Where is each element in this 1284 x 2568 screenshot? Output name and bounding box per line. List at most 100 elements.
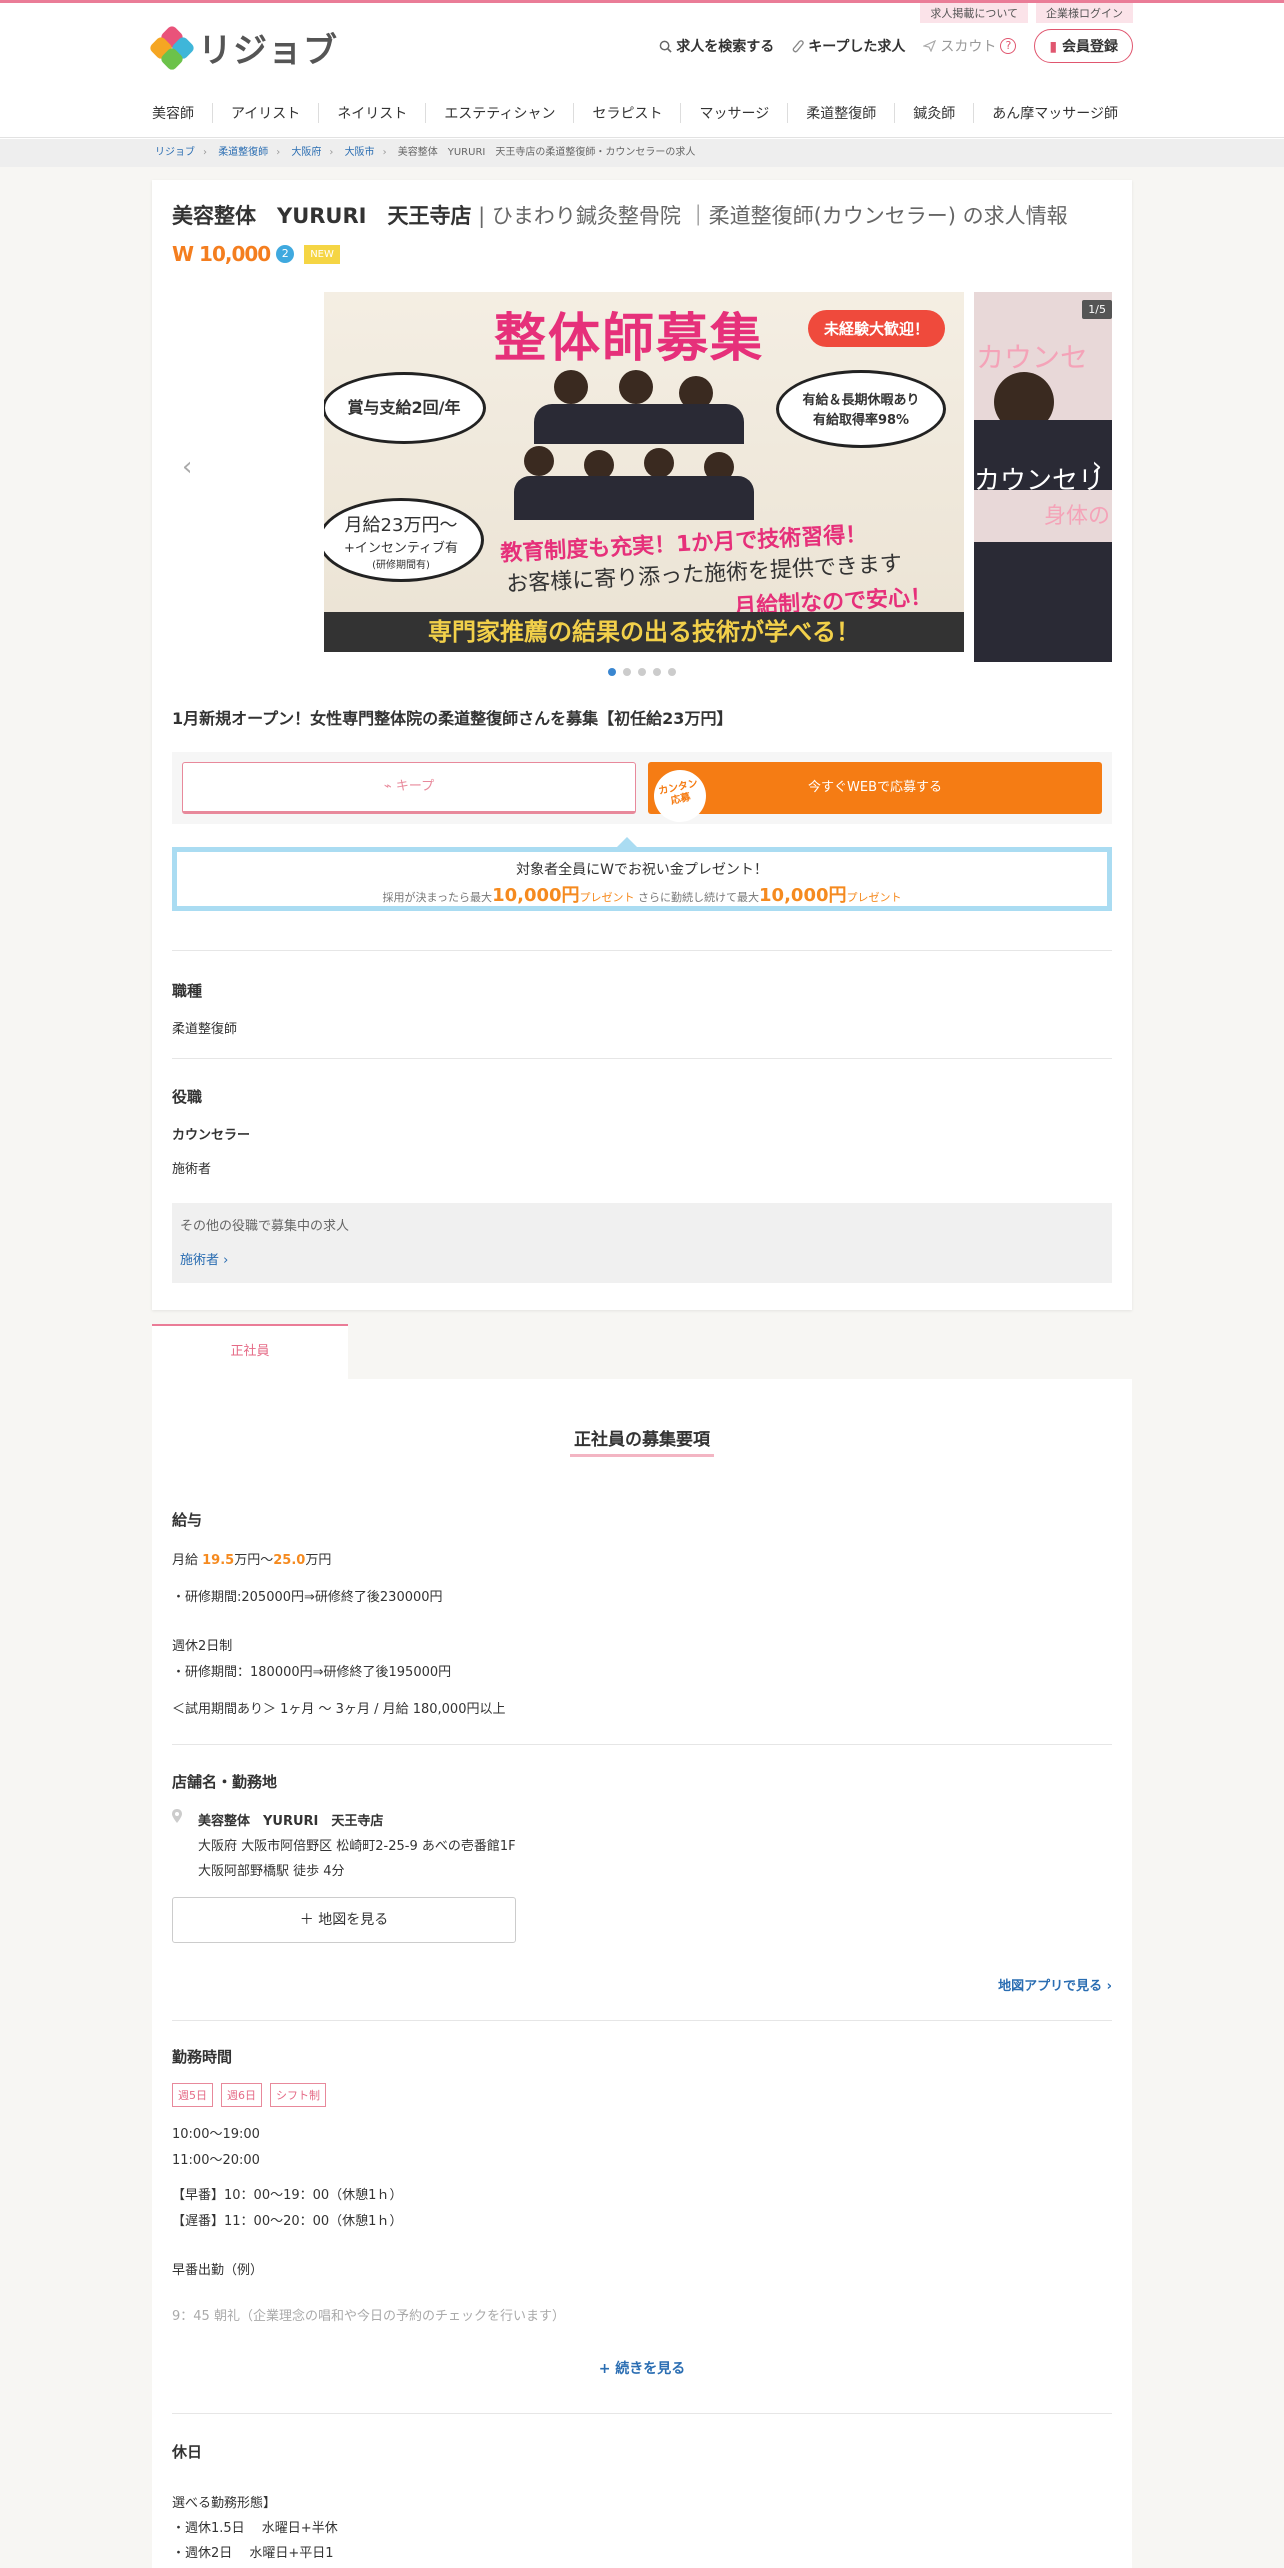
salary-max: 25.0 (273, 1553, 306, 1568)
search-icon (659, 40, 672, 53)
carousel-dot[interactable] (608, 668, 616, 676)
job-search-label: 求人を検索する (676, 39, 775, 55)
job-subtitle: | ひまわり鍼灸整骨院 ｜柔道整復師(カウンセラー) の求人情報 (478, 204, 1068, 228)
slide-bubble-bonus: 賞与支給2回/年 (324, 372, 486, 444)
store-address: 大阪府 大阪市阿倍野区 松崎町2-25-9 あべの壱番館1F (198, 1839, 516, 1854)
divider (172, 950, 1112, 951)
hours-line: 【遅番】11：00～20：00（休憩1ｈ） (172, 2214, 403, 2229)
next-slide-text1: カウンセ (976, 341, 1089, 374)
apply-button[interactable]: カンタン 応募 今すぐWEBで応募する (648, 762, 1102, 827)
hours-tag: 週6日 (221, 2083, 262, 2107)
breadcrumb-link[interactable]: 大阪市 (345, 147, 375, 158)
store-heading: 店舗名・勤務地 (172, 1773, 278, 1791)
holiday-line: ・週休2日 水曜日+平日1 (172, 2546, 334, 2561)
header-nav: 求人を検索する キープした求人 スカウト ? ▮ 会員登録 (659, 29, 1133, 63)
other-roles-box: その他の役職で募集中の求人 施術者 › (172, 1203, 1112, 1283)
present-detail: 採用が決まったら最大10,000円プレゼント さらに勤続し続けて最大10,000… (177, 881, 1107, 907)
action-bar: ⌁ キープ カンタン 応募 今すぐWEBで応募する (172, 752, 1112, 827)
logo-mark-icon (148, 23, 196, 72)
register-button[interactable]: ▮ 会員登録 (1034, 29, 1133, 63)
nearest-station: 大阪阿部野橋駅 徒歩 4分 (198, 1864, 345, 1879)
carousel-dot[interactable] (623, 668, 631, 676)
carousel-next-icon[interactable]: › (1092, 452, 1102, 482)
shop-name: 美容整体 YURURI 天王寺店 (172, 204, 472, 228)
apply-label: 今すぐWEBで応募する (808, 780, 942, 795)
slide-line4: 専門家推薦の結果の出る技術が学べる！ (324, 612, 964, 652)
help-icon[interactable]: ? (1000, 38, 1017, 54)
holiday-line: ・週休1.5日 水曜日+半休 (172, 2521, 338, 2536)
kept-jobs-link[interactable]: キープした求人 (792, 36, 905, 56)
hours-line-faded: 9：45 朝礼（企業理念の唱和や今日の予約のチェックを行います） (172, 2309, 565, 2324)
salary-detail: ・研修期間：180000円⇒研修終了後195000円 (172, 1665, 452, 1680)
carousel-dot[interactable] (638, 668, 646, 676)
listing-info-link[interactable]: 求人掲載について (920, 3, 1028, 23)
carousel-dots (172, 668, 1112, 676)
salary-range: 月給 19.5万円〜25.0万円 (172, 1549, 331, 1568)
photo-carousel: ‹ 整体師募集 未経験大歓迎！ 賞与支給2回/年 有給＆長期休暇あり 有給取得率… (172, 292, 1112, 664)
location-pin-icon (172, 1809, 182, 1823)
show-more-link[interactable]: + 続きを見る (152, 2358, 1132, 2378)
hours-line: 早番出勤（例） (172, 2263, 264, 2278)
present-text: 採用が決まったら最大 (382, 891, 493, 904)
carousel-prev-icon[interactable]: ‹ (182, 452, 192, 482)
next-slide-text3: 身体の (1044, 504, 1111, 529)
breadcrumb-link[interactable]: 柔道整復師 (218, 147, 268, 158)
other-roles-link[interactable]: 施術者 › (180, 1249, 228, 1268)
salary-min: 19.5 (202, 1553, 235, 1568)
company-login-link[interactable]: 企業様ログイン (1036, 3, 1133, 23)
breadcrumb-link[interactable]: 大阪府 (291, 147, 321, 158)
heading-underline (570, 1454, 714, 1457)
occupation-value: 柔道整復師 (172, 1022, 238, 1037)
category-item[interactable]: 鍼灸師 (894, 103, 973, 123)
category-item[interactable]: アイリスト (212, 103, 318, 123)
category-item[interactable]: 美容師 (152, 103, 212, 123)
w-present-count: 2 (276, 245, 295, 263)
requirements-heading: 正社員の募集要項 (574, 1430, 710, 1450)
category-item[interactable]: マッサージ (680, 103, 787, 123)
slide-salary-line1: 月給23万円〜 (344, 515, 458, 536)
job-summary-card: 美容整体 YURURI 天王寺店 | ひまわり鍼灸整骨院 ｜柔道整復師(カウンセ… (152, 180, 1132, 1310)
salary-text: 月給 (172, 1553, 203, 1568)
scout-label: スカウト (940, 39, 997, 55)
hours-heading: 勤務時間 (172, 2048, 233, 2066)
carousel-dot[interactable] (653, 668, 661, 676)
scout-link[interactable]: スカウト ? (923, 36, 1017, 56)
map-app-link[interactable]: 地図アプリで見る › (998, 1975, 1112, 1994)
category-item[interactable]: 柔道整復師 (787, 103, 894, 123)
carousel-dot[interactable] (668, 668, 676, 676)
keep-label: キープ (395, 779, 435, 794)
show-map-button[interactable]: ＋ 地図を見る (172, 1897, 516, 1943)
slide-image[interactable]: 整体師募集 未経験大歓迎！ 賞与支給2回/年 有給＆長期休暇あり 有給取得率98… (324, 292, 964, 652)
paper-plane-icon (923, 40, 937, 52)
breadcrumb-link[interactable]: リジョブ (155, 147, 195, 158)
slide-salary-line3: (研修期間有) (372, 560, 430, 571)
w-present-badge: W 10,000 2 NEW (172, 242, 340, 266)
category-nav: 美容師 アイリスト ネイリスト エステティシャン セラピスト マッサージ 柔道整… (152, 103, 1136, 123)
hours-tag: シフト制 (270, 2083, 326, 2107)
slide-banner: 整体師募集 (494, 309, 765, 369)
rejob-logo[interactable]: リジョブ (148, 23, 338, 72)
site-header: 求人掲載について 企業様ログイン リジョブ 求人を検索する キープした求人 スカ… (0, 3, 1284, 138)
salary-text: 万円〜 (234, 1553, 274, 1568)
logo-text: リジョブ (198, 31, 338, 71)
new-badge: NEW (304, 244, 340, 264)
breadcrumb-current: 美容整体 YURURI 天王寺店の柔道整復師・カウンセラーの求人 (397, 147, 696, 158)
trial-period: ＜試用期間あり＞ 1ヶ月 〜 3ヶ月 / 月給 180,000円以上 (172, 1702, 506, 1717)
category-item[interactable]: あん摩マッサージ師 (973, 103, 1136, 123)
present-banner[interactable]: 対象者全員にWでお祝い金プレゼント！ 採用が決まったら最大10,000円プレゼン… (172, 847, 1112, 911)
holiday-line: 選べる勤務形態】 (172, 2496, 277, 2511)
slide-counter: 1/5 (1082, 300, 1112, 319)
job-headline: 1月新規オープン！女性専門整体院の柔道整復師さんを募集【初任給23万円】 (172, 709, 733, 728)
job-search-link[interactable]: 求人を検索する (659, 36, 774, 56)
category-item[interactable]: ネイリスト (318, 103, 425, 123)
category-item[interactable]: セラピスト (573, 103, 680, 123)
tab-fulltime[interactable]: 正社員 (152, 1324, 348, 1380)
next-slide-text2: カウンセリ (974, 466, 1105, 496)
slide-welcome: 未経験大歓迎！ (808, 310, 946, 347)
present-amount: 10,000円 (759, 885, 847, 906)
holiday-heading: 休日 (172, 2443, 203, 2461)
hours-tag: 週5日 (172, 2083, 213, 2107)
keep-button[interactable]: ⌁ キープ (182, 762, 636, 814)
category-item[interactable]: エステティシャン (425, 103, 573, 123)
slide-salary-line2: +インセンティブ有 (343, 541, 459, 556)
